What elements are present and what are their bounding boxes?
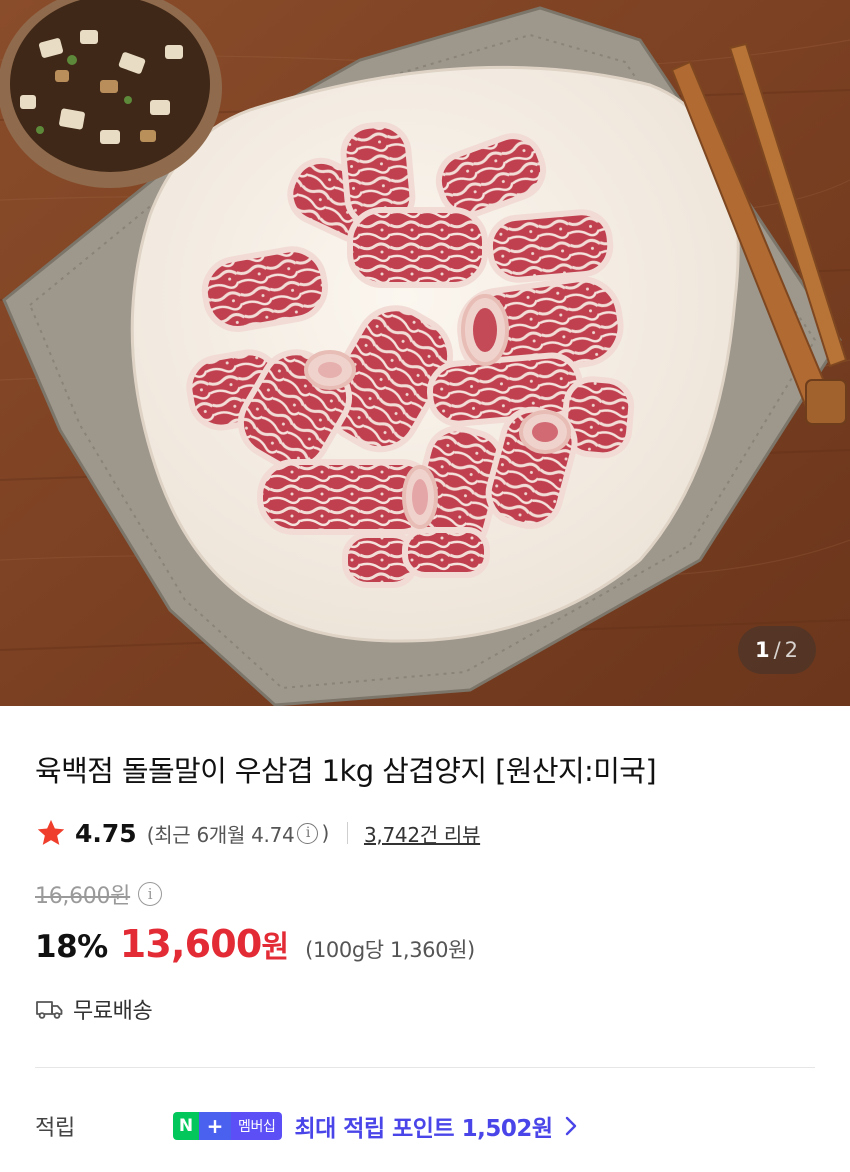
recent-rating: (최근 6개월 4.74 i ) xyxy=(146,819,330,848)
sale-price-unit: 원 xyxy=(261,930,290,965)
shipping-row: 무료배송 xyxy=(35,992,153,1026)
rating-divider xyxy=(346,822,348,844)
points-row[interactable]: 적립 N + 멤버십 최대 적립 포인트 1,502원 xyxy=(35,1106,815,1146)
discount-rate: 18% xyxy=(35,929,108,965)
image-counter: 1 / 2 xyxy=(738,626,816,674)
original-price-row: 16,600원 i xyxy=(35,878,163,910)
product-image[interactable]: 1 / 2 xyxy=(0,0,850,706)
star-icon xyxy=(37,819,65,845)
badge-membership: 멤버십 xyxy=(231,1112,283,1140)
naver-membership-badge: N + 멤버십 xyxy=(173,1112,283,1140)
badge-plus: + xyxy=(199,1112,231,1140)
recent-rating-text: (최근 6개월 4.74 xyxy=(146,822,295,847)
recent-rating-close: ) xyxy=(321,821,329,845)
section-divider xyxy=(35,1067,815,1068)
chevron-right-icon[interactable] xyxy=(563,1114,579,1138)
unit-price: (100g당 1,360원) xyxy=(305,938,475,962)
price-info-icon[interactable]: i xyxy=(138,882,163,906)
truck-icon xyxy=(36,1001,63,1019)
rating-row: 4.75 (최근 6개월 4.74 i ) 3,742건 리뷰 xyxy=(35,815,480,851)
product-photo xyxy=(0,0,850,706)
max-points-text[interactable]: 최대 적립 포인트 1,502원 xyxy=(294,1109,553,1143)
badge-n: N xyxy=(173,1112,199,1140)
price-row: 18% 13,600 원 (100g당 1,360원) xyxy=(35,922,475,972)
rating-score: 4.75 xyxy=(75,818,137,848)
image-counter-current: 1 xyxy=(754,638,771,662)
sale-price: 13,600 xyxy=(119,922,263,966)
product-title: 육백점 돌돌말이 우삼겹 1kg 삼겹양지 [원산지:미국] xyxy=(35,754,657,788)
info-icon[interactable]: i xyxy=(297,822,319,844)
shipping-label: 무료배송 xyxy=(73,999,153,1024)
points-label: 적립 xyxy=(35,1116,75,1141)
reviews-link[interactable]: 3,742건 리뷰 xyxy=(364,819,480,848)
image-counter-total: 2 xyxy=(784,638,800,662)
image-counter-separator: / xyxy=(773,638,782,662)
original-price: 16,600원 xyxy=(35,884,131,909)
